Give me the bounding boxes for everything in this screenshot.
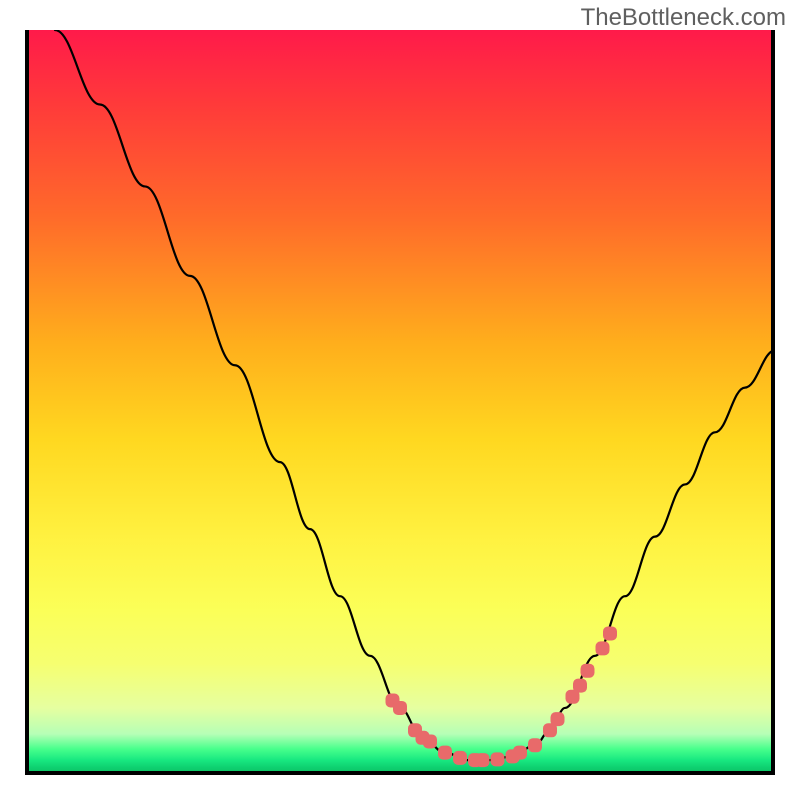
marker-point [438, 746, 452, 760]
marker-point [596, 641, 610, 655]
chart-svg [25, 30, 775, 775]
marker-point [423, 734, 437, 748]
marker-point [476, 753, 490, 767]
watermark-text: TheBottleneck.com [581, 4, 786, 32]
chart-plot-area [25, 30, 775, 775]
marker-point [603, 626, 617, 640]
marker-point [393, 701, 407, 715]
marker-point [453, 751, 467, 765]
marker-point [491, 752, 505, 766]
marker-point [528, 738, 542, 752]
curve-line [55, 30, 775, 760]
marker-point [581, 664, 595, 678]
marker-point [573, 679, 587, 693]
marker-point [551, 712, 565, 726]
marker-point [513, 746, 527, 760]
curve-markers [386, 626, 618, 767]
